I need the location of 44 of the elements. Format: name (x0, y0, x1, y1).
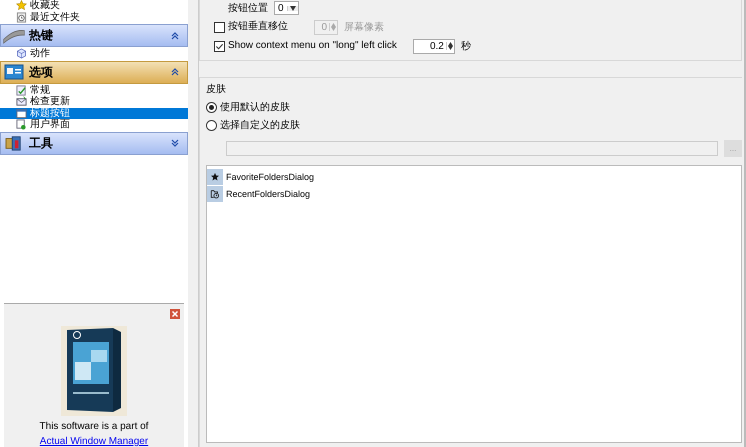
position-label: 按钮位置 (228, 2, 268, 15)
recent-folder-icon (210, 188, 220, 198)
cube-icon (16, 48, 27, 60)
spin-down-icon[interactable] (448, 46, 453, 50)
star-icon (16, 0, 27, 12)
tree-item[interactable]: 常规 (0, 84, 188, 96)
tree-item[interactable]: 动作 (0, 48, 188, 60)
vertical-shift-checkbox[interactable]: 按钮垂直移位 (214, 21, 288, 33)
checklist-icon (16, 84, 27, 96)
tree-item[interactable]: 检查更新 (0, 96, 188, 108)
skin-group-title: 皮肤 (206, 82, 227, 96)
window-settings-icon (3, 64, 25, 80)
star-icon (210, 172, 220, 182)
promo-text: This software is a part of (40, 421, 148, 432)
product-link[interactable]: Actual Window Manager (40, 436, 148, 447)
envelope-icon (16, 96, 27, 108)
dropdown-arrow-icon (290, 6, 296, 10)
section-header[interactable]: 工具 (0, 132, 188, 154)
spin-up-icon[interactable] (448, 42, 453, 46)
collapse-icon[interactable] (171, 32, 179, 40)
list-item[interactable]: RecentFoldersDialog (207, 185, 741, 202)
clock-icon (16, 12, 27, 23)
position-dropdown[interactable]: 0 (274, 1, 299, 15)
checkmark-icon (215, 42, 224, 50)
context-menu-checkbox[interactable]: Show context menu on "long" left click (214, 40, 397, 52)
tree-item[interactable]: 收藏夹 (0, 0, 188, 12)
list-item[interactable]: FavoriteFoldersDialog (207, 168, 741, 185)
expand-icon[interactable] (171, 139, 179, 147)
pixel-unit-label: 屏幕像素 (344, 20, 384, 34)
skin-path-field[interactable] (226, 141, 718, 156)
skin-option-label: 选择自定义的皮肤 (220, 118, 300, 132)
collapse-icon[interactable] (171, 68, 179, 76)
tree-item[interactable]: 最近文件夹 (0, 12, 188, 23)
skin-option-label: 使用默认的皮肤 (220, 100, 290, 114)
section-header[interactable]: 选项 (0, 60, 188, 84)
seconds-label: 秒 (460, 40, 471, 53)
radio-button[interactable] (206, 102, 217, 112)
close-icon[interactable] (170, 309, 180, 319)
tree-item[interactable]: 标题按钮 (0, 108, 188, 119)
window-icon (16, 108, 27, 119)
delay-spinbox[interactable]: 0.2 (412, 38, 455, 54)
tree-item[interactable]: 用户界面 (0, 119, 188, 130)
section-header[interactable]: 热键 (0, 24, 188, 47)
radio-button[interactable] (206, 120, 217, 130)
